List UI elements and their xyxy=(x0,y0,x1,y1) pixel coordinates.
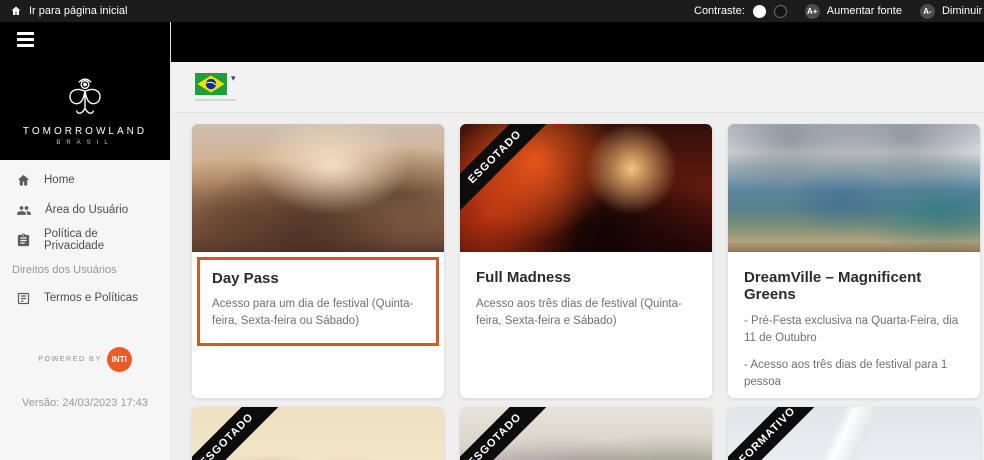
sold-out-ribbon: ESGOTADO xyxy=(192,407,293,460)
caret-down-icon: ▾ xyxy=(231,73,236,83)
go-home-link[interactable]: Ir para página inicial xyxy=(10,0,127,22)
menu-toggle-button[interactable] xyxy=(17,32,34,50)
terms-icon xyxy=(17,292,30,304)
sidebar-menu: Home Área do Usuário Política de Privaci… xyxy=(0,160,170,313)
bridge-image: INFORMATIVO xyxy=(728,407,980,460)
card-title: Day Pass xyxy=(212,270,279,287)
sidebar-section-user-rights: Direitos dos Usuários xyxy=(12,264,117,276)
tomorrowland-emblem-icon xyxy=(69,78,101,114)
sunset-structures-image: ESGOTADO xyxy=(192,407,444,460)
sidebar-item-user-area[interactable]: Área do Usuário xyxy=(0,195,170,225)
logo-subtitle: BRASIL xyxy=(56,140,114,146)
sold-out-ribbon: ESGOTADO xyxy=(460,407,561,460)
main-content: ▾ Day Pass Acesso para um dia de festiva… xyxy=(171,22,984,460)
sidebar-item-home[interactable]: Home xyxy=(0,165,170,195)
contrast-label: Contraste: xyxy=(694,5,745,17)
increase-font-label: Aumentar fonte xyxy=(826,5,902,17)
card-description: Acesso para um dia de festival (Quinta-f… xyxy=(212,298,414,328)
powered-by-block: POWERED BY INTI xyxy=(0,347,170,372)
card-description-line: - Acesso aos três dias de festival para … xyxy=(744,358,948,388)
version-label: Versão: 24/03/2023 17:43 xyxy=(22,397,148,409)
informative-ribbon: INFORMATIVO xyxy=(728,407,829,460)
card-row2-informative[interactable]: INFORMATIVO xyxy=(728,407,980,460)
powered-by-label: POWERED BY xyxy=(38,356,102,363)
sidebar: TOMORROWLAND BRASIL Home Área do Usuário… xyxy=(0,22,171,460)
ticket-card-grid: Day Pass Acesso para um dia de festival … xyxy=(171,113,984,460)
users-icon xyxy=(17,205,31,215)
brazil-flag-icon xyxy=(195,73,227,95)
home-icon xyxy=(11,6,21,15)
sidebar-item-privacy-policy[interactable]: Política de Privacidade xyxy=(0,225,170,255)
sold-out-ribbon: ESGOTADO xyxy=(460,124,561,223)
sidebar-item-terms[interactable]: Termos e Políticas xyxy=(0,283,170,313)
card-row2-sold-out-2[interactable]: ESGOTADO xyxy=(460,407,712,460)
language-dropdown[interactable]: ▾ xyxy=(195,73,236,101)
tents-image: ESGOTADO xyxy=(460,407,712,460)
sidebar-item-label: Política de Privacidade xyxy=(44,228,105,252)
increase-font-icon: A+ xyxy=(804,3,820,19)
sidebar-item-label: Área do Usuário xyxy=(45,204,129,216)
accessibility-controls: Contraste: A+ Aumentar fonte A- Diminuir… xyxy=(694,0,984,22)
inti-logo: INTI xyxy=(106,347,132,372)
contrast-dark-toggle[interactable] xyxy=(773,4,787,18)
decrease-font-icon: A- xyxy=(919,3,935,19)
sidebar-item-label: Home xyxy=(44,174,75,186)
header-black-band xyxy=(171,22,984,62)
contrast-light-toggle[interactable] xyxy=(752,4,766,18)
increase-font-button[interactable]: A+ Aumentar fonte xyxy=(804,3,902,19)
dreamville-image xyxy=(728,124,980,252)
card-full-madness[interactable]: ESGOTADO Full Madness Acesso aos três di… xyxy=(460,124,712,398)
card-title: Full Madness xyxy=(476,269,572,286)
sidebar-item-label: Termos e Políticas xyxy=(44,292,138,304)
full-madness-image: ESGOTADO xyxy=(460,124,712,252)
card-row2-sold-out-1[interactable]: ESGOTADO xyxy=(192,407,444,460)
card-title: DreamVille – Magnificent Greens xyxy=(744,269,922,303)
sidebar-logo-block: TOMORROWLAND BRASIL xyxy=(0,22,170,160)
card-description-line: - Pré-Festa exclusiva na Quarta-Feira, d… xyxy=(744,315,959,345)
day-pass-image xyxy=(192,124,444,252)
go-home-label: Ir para página inicial xyxy=(29,5,128,17)
card-day-pass[interactable]: Day Pass Acesso para um dia de festival … xyxy=(192,124,444,398)
accessibility-bar: Ir para página inicial Contraste: A+ Aum… xyxy=(0,0,984,22)
card-dreamville[interactable]: DreamVille – Magnificent Greens - Pré-Fe… xyxy=(728,124,980,398)
clipboard-icon xyxy=(17,233,30,246)
decrease-font-label: Diminuir fonte xyxy=(941,5,984,17)
decrease-font-button[interactable]: A- Diminuir fonte xyxy=(919,3,984,19)
logo-title: TOMORROWLAND xyxy=(22,126,148,137)
card-body: DreamVille – Magnificent Greens - Pré-Fe… xyxy=(728,252,980,398)
card-body: Full Madness Acesso aos três dias de fes… xyxy=(460,252,712,331)
card-description: Acesso aos três dias de festival (Quinta… xyxy=(476,298,682,328)
language-toolbar: ▾ xyxy=(171,62,984,113)
day-pass-highlight-box: Day Pass Acesso para um dia de festival … xyxy=(197,257,439,346)
home-icon xyxy=(17,174,30,185)
app-window: Ir para página inicial Contraste: A+ Aum… xyxy=(0,0,984,460)
tomorrowland-logo: TOMORROWLAND BRASIL xyxy=(0,74,170,146)
